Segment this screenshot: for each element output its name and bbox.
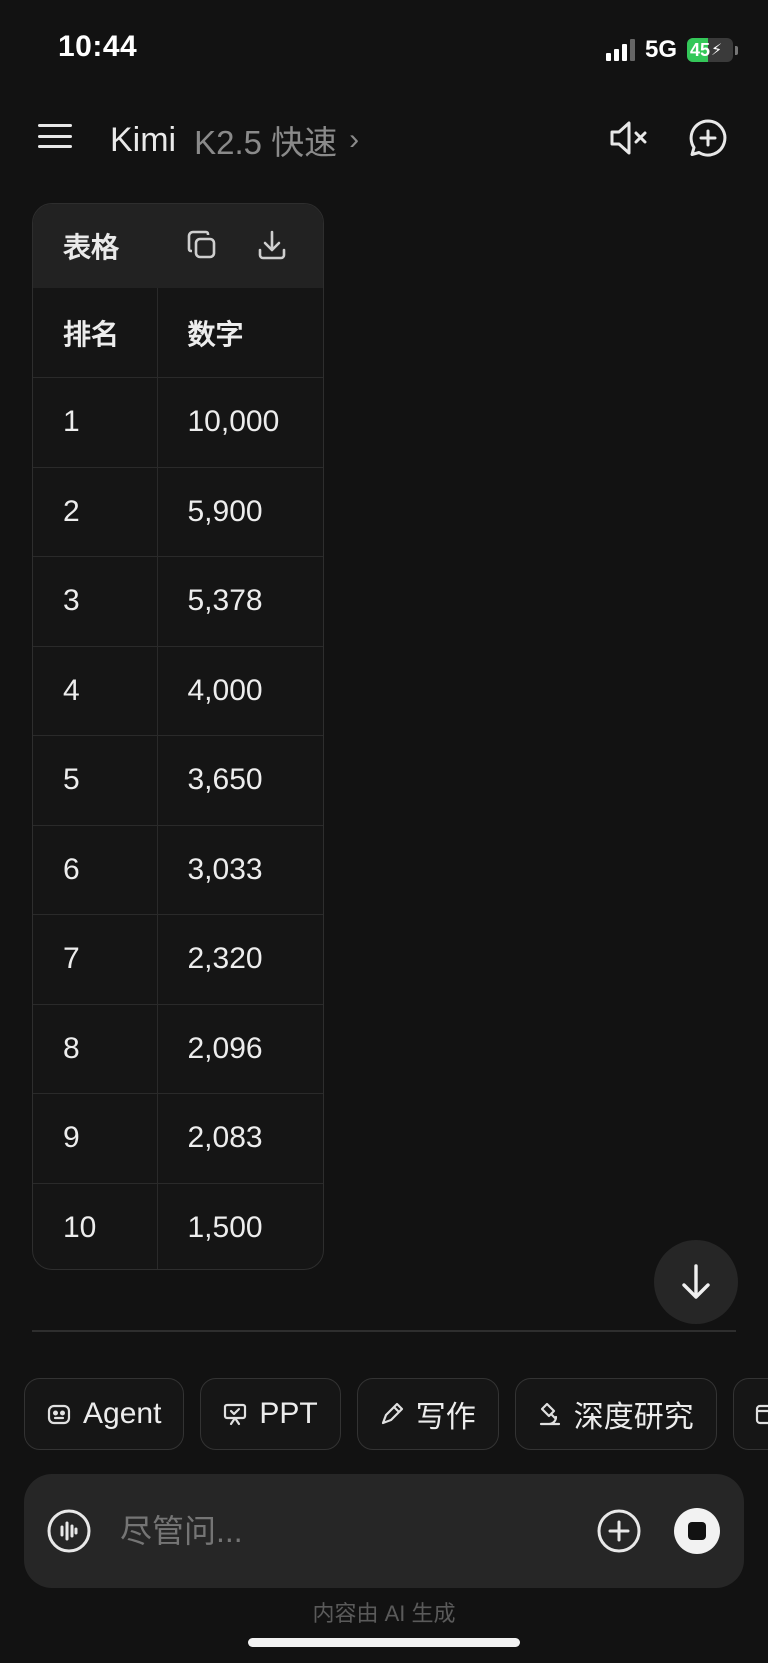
rank-cell: 8 [33, 1004, 158, 1094]
table-row: 1 10,000 [33, 377, 323, 468]
number-cell: 3,650 [157, 735, 323, 826]
table-row: 8 2,096 [33, 1004, 323, 1094]
number-cell: 3,033 [157, 825, 323, 915]
chip-writing[interactable]: 写作 [356, 1378, 499, 1450]
stop-icon [688, 1522, 706, 1540]
column-header-number: 数字 [157, 288, 323, 378]
presentation-icon [224, 1403, 247, 1426]
arrow-down-icon [682, 1264, 710, 1299]
scroll-to-bottom-button[interactable] [654, 1240, 738, 1324]
number-cell: 2,320 [157, 914, 323, 1005]
table-row: 7 2,320 [33, 914, 323, 1005]
rank-cell: 3 [33, 556, 158, 647]
pen-icon [381, 1402, 403, 1425]
battery-level: 45 [690, 39, 711, 60]
robot-icon [47, 1404, 71, 1425]
table-title: 表格 [63, 232, 120, 263]
rank-cell: 4 [33, 646, 158, 736]
status-bar: 10:44 5G 45 ⚡ [0, 0, 768, 100]
data-table: 排名 数字 1 10,000 2 5,900 3 5,378 4 4,000 5 3,65… [33, 288, 323, 1269]
chevron-right-icon: › [349, 123, 360, 156]
voice-input-icon[interactable] [46, 1508, 92, 1554]
stop-generation-button[interactable] [674, 1508, 720, 1554]
rank-cell: 6 [33, 825, 158, 915]
chip-label: 深度研究 [573, 1401, 694, 1434]
number-cell: 4,000 [157, 646, 323, 736]
number-cell: 5,378 [157, 556, 323, 647]
column-header-rank: 排名 [33, 288, 158, 378]
copy-icon[interactable] [185, 228, 219, 262]
status-time: 10:44 [58, 30, 138, 63]
table-header-bar: 表格 [33, 204, 323, 288]
home-indicator[interactable] [248, 1638, 520, 1647]
new-chat-icon[interactable] [686, 116, 730, 160]
ai-disclaimer: 内容由 AI 生成 [312, 1601, 456, 1626]
box-icon [755, 1404, 768, 1425]
chip-label: 写作 [415, 1401, 476, 1434]
chip-ppt[interactable]: PPT [200, 1378, 341, 1450]
table-row: 9 2,083 [33, 1093, 323, 1184]
app-header: Kimi K2.5 快速 › [0, 100, 768, 172]
chat-input-bar [24, 1474, 744, 1588]
chip-label: PPT [259, 1397, 318, 1430]
chat-input[interactable] [120, 1474, 500, 1588]
number-cell: 5,900 [157, 467, 323, 557]
download-icon[interactable] [255, 228, 289, 262]
divider [32, 1330, 736, 1332]
rank-cell: 7 [33, 914, 158, 1005]
chip-label: Agent [83, 1397, 162, 1430]
rank-cell: 1 [33, 377, 158, 468]
battery-icon: 45 ⚡ [687, 38, 738, 62]
add-attachment-icon[interactable] [596, 1508, 642, 1554]
table-header-row: 排名 数字 [33, 288, 323, 378]
table-row: 6 3,033 [33, 825, 323, 915]
table-card: 表格 排名 数字 1 10,000 2 5,900 3 5,378 4 4,000 [32, 203, 324, 1270]
chip-agent[interactable]: Agent [24, 1378, 185, 1450]
quick-actions: Agent PPT 写作 深度研究 [24, 1378, 768, 1450]
model-name: K2.5 快速 [194, 124, 338, 161]
speaker-muted-icon[interactable] [606, 116, 650, 160]
rank-cell: 2 [33, 467, 158, 557]
number-cell: 10,000 [157, 377, 323, 468]
chip-deep-research[interactable]: 深度研究 [514, 1378, 717, 1450]
table-row: 3 5,378 [33, 556, 323, 647]
chip-more[interactable] [732, 1378, 768, 1450]
rank-cell: 9 [33, 1093, 158, 1184]
network-type: 5G [644, 36, 677, 63]
menu-icon[interactable] [38, 120, 72, 152]
table-row: 4 4,000 [33, 646, 323, 736]
status-indicators: 5G 45 ⚡ [605, 36, 738, 64]
rank-cell: 10 [33, 1183, 158, 1269]
number-cell: 2,083 [157, 1093, 323, 1184]
app-name: Kimi [110, 120, 177, 159]
signal-icon [605, 39, 635, 61]
number-cell: 2,096 [157, 1004, 323, 1094]
model-selector[interactable]: Kimi K2.5 快速 › [110, 116, 359, 164]
rank-cell: 5 [33, 735, 158, 826]
number-cell: 1,500 [187, 1211, 263, 1244]
table-row: 2 5,900 [33, 467, 323, 557]
table-row: 10 1,500 [33, 1183, 323, 1269]
microscope-icon [539, 1402, 560, 1426]
table-row: 5 3,650 [33, 735, 323, 826]
